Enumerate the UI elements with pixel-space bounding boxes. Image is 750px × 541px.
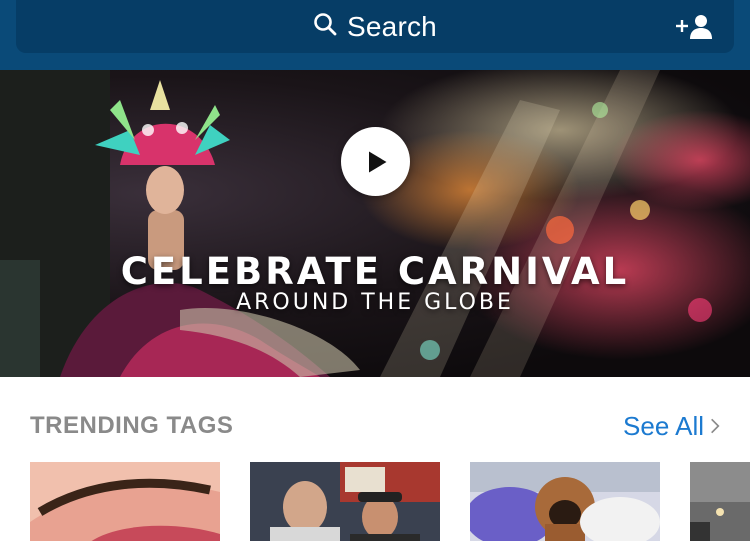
play-icon [368,151,386,172]
chevron-right-icon [711,418,720,434]
hero-title: CELEBRATE CARNIVAL [120,250,630,293]
trending-thumb-dog[interactable] [470,462,660,541]
search-bar[interactable]: Search [16,0,734,53]
add-friend-button[interactable] [674,11,714,41]
hero-banner[interactable]: CELEBRATE CARNIVAL AROUND THE GLOBE [0,70,750,377]
add-person-icon [676,15,712,39]
search-label: Search [347,10,437,42]
top-bar: Search [0,0,750,70]
trending-thumb-partial[interactable] [690,462,750,541]
see-all-label: See All [623,410,704,441]
search-icon [313,12,337,41]
trending-thumb-fans[interactable] [250,462,440,541]
trending-thumb-makeup[interactable] [30,462,220,541]
section-title: TRENDING TAGS [30,412,234,439]
play-button[interactable] [341,127,410,196]
see-all-link[interactable]: See All [623,411,720,442]
trending-header: TRENDING TAGS See All [30,410,720,442]
search-group[interactable]: Search [313,11,437,43]
hero-image [0,70,750,377]
hero-subtitle: AROUND THE GLOBE [236,290,514,315]
